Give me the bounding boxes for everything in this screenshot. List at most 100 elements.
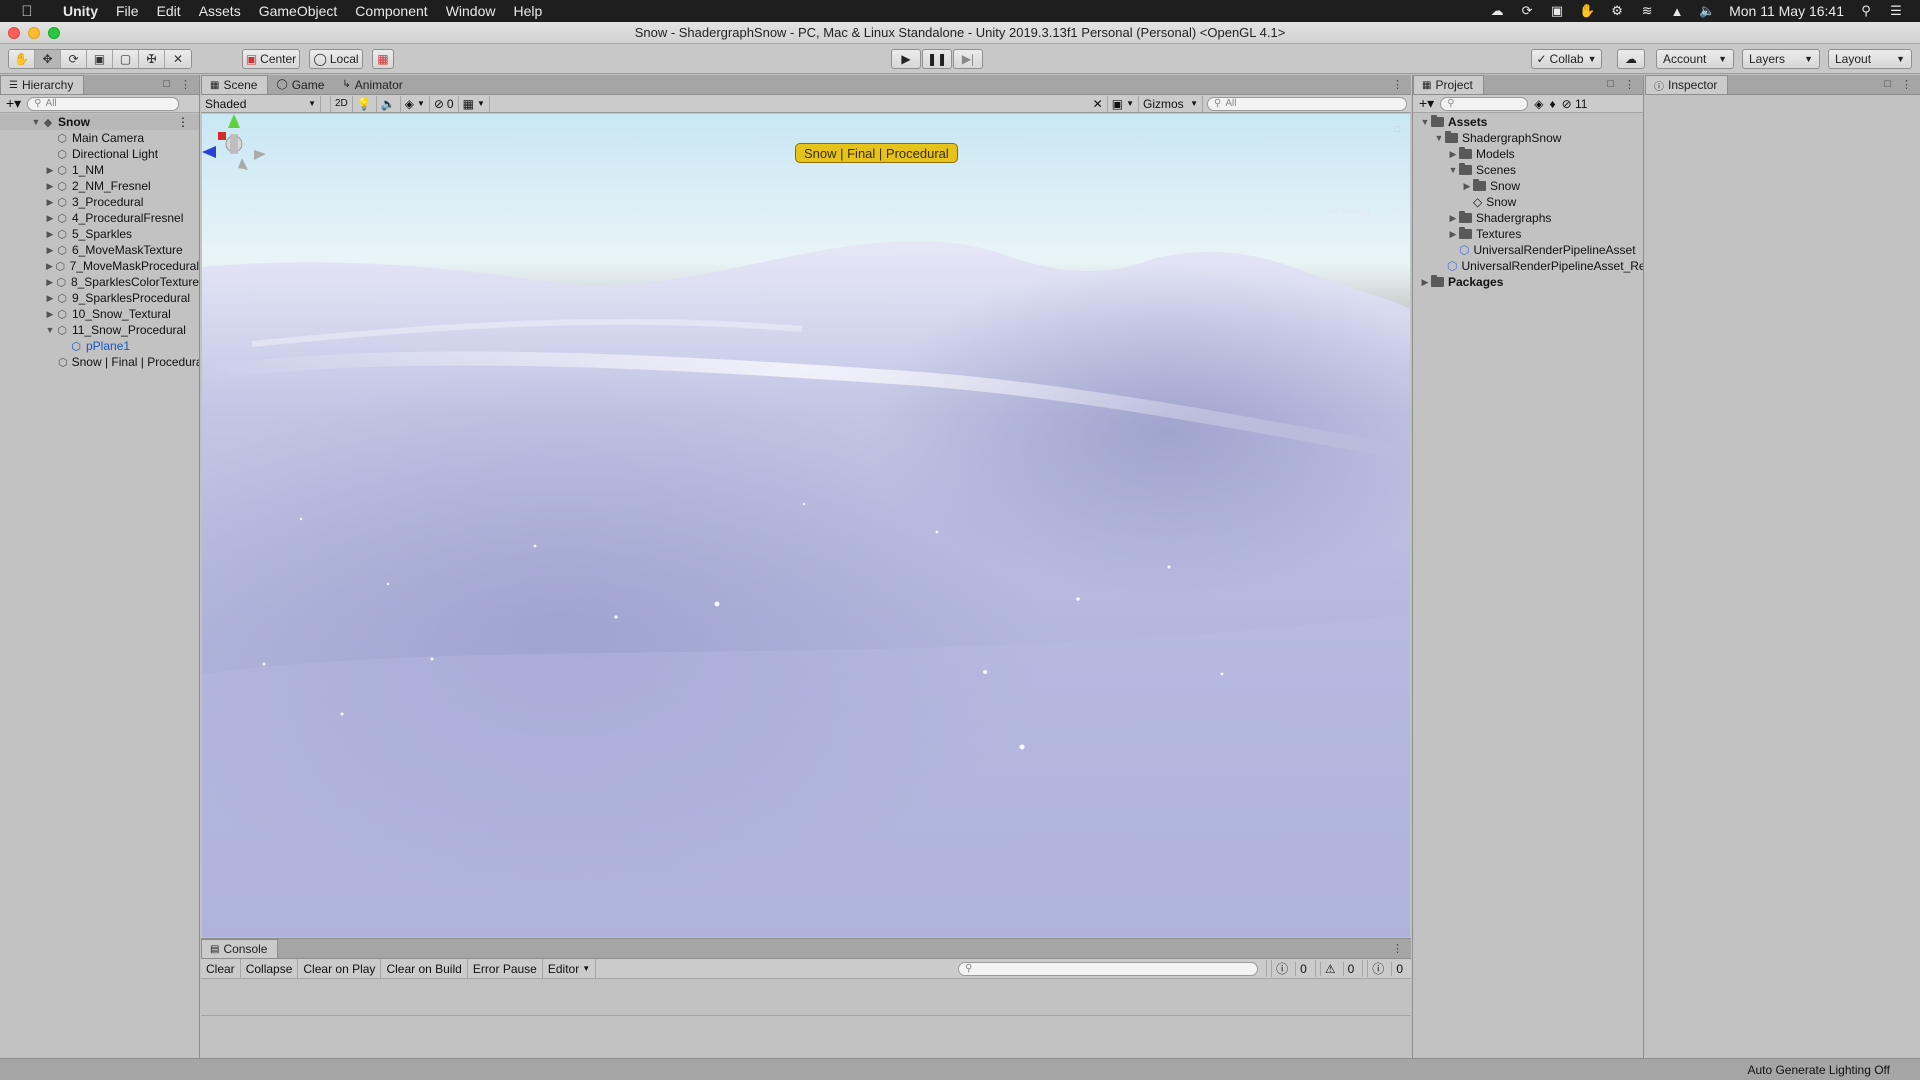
project-item[interactable]: ▼ Scenes: [1413, 162, 1643, 178]
menu-component[interactable]: Component: [346, 3, 436, 19]
menu-help[interactable]: Help: [504, 3, 551, 19]
tab-game[interactable]: ◯ Game: [268, 75, 334, 94]
rect-tool-icon[interactable]: ▢: [113, 50, 139, 68]
project-item[interactable]: ▶ Models: [1413, 146, 1643, 162]
visual-studio-icon[interactable]: ⟳: [1519, 3, 1535, 18]
project-item[interactable]: ⬡ UniversalRenderPipelineAsset: [1413, 242, 1643, 258]
warning-count-toggle[interactable]: ⚠ 0: [1314, 960, 1362, 977]
pause-button[interactable]: ❚❚: [922, 49, 952, 69]
camera-dropdown[interactable]: ▣ ▼: [1108, 95, 1139, 112]
error-pause-toggle[interactable]: Error Pause: [468, 958, 543, 979]
chevron-down-icon[interactable]: ▼: [1433, 133, 1445, 143]
apple-menu-icon[interactable]: : [0, 3, 54, 20]
step-button[interactable]: ▶|: [953, 49, 983, 69]
panel-menu-icon[interactable]: ⋮: [1901, 78, 1912, 91]
tab-project[interactable]: ▦ Project: [1413, 75, 1484, 94]
chevron-right-icon[interactable]: ▶: [44, 229, 56, 240]
grid-snap-icon[interactable]: ▦: [372, 49, 394, 69]
audio-toggle-icon[interactable]: 🔈: [377, 95, 401, 112]
project-item[interactable]: ▶ Textures: [1413, 226, 1643, 242]
chevron-right-icon[interactable]: ▶: [1461, 181, 1473, 192]
hierarchy-item[interactable]: ▶ ⬡ 6_MoveMaskTexture: [0, 242, 199, 258]
chevron-down-icon[interactable]: ▼: [1447, 165, 1459, 175]
hand-icon[interactable]: ✋: [1579, 3, 1595, 18]
cloud-services-icon[interactable]: ☁: [1617, 49, 1645, 69]
spotlight-search-icon[interactable]: ⚲: [1858, 3, 1874, 18]
search-by-label-icon[interactable]: ♦: [1549, 97, 1555, 111]
hierarchy-item[interactable]: ⬡ pPlane1: [0, 338, 199, 354]
projection-toggle[interactable]: < Persp: [1332, 206, 1370, 218]
hidden-objects-toggle[interactable]: ⊘ 0: [430, 95, 459, 112]
project-item[interactable]: ◇ Snow: [1413, 194, 1643, 210]
clock[interactable]: Mon 11 May 16:41: [1729, 3, 1844, 19]
console-search-input[interactable]: ⚲: [958, 961, 1259, 976]
chevron-down-icon[interactable]: ▼: [1419, 117, 1431, 127]
chevron-right-icon[interactable]: ▶: [44, 197, 56, 208]
panel-menu-icon[interactable]: ⋮: [1392, 78, 1403, 91]
panel-menu-icon[interactable]: ⋮: [1624, 78, 1635, 91]
create-add-button[interactable]: +▾: [1419, 95, 1434, 112]
hierarchy-item[interactable]: ▶ ⬡ 10_Snow_Textural: [0, 306, 199, 322]
cloud-upload-icon[interactable]: ☁: [1489, 3, 1505, 18]
chevron-right-icon[interactable]: ▶: [44, 261, 55, 272]
chevron-right-icon[interactable]: ▶: [44, 165, 56, 176]
search-by-type-icon[interactable]: ◈: [1534, 97, 1543, 111]
tab-inspector[interactable]: ⓘ Inspector: [1645, 75, 1729, 94]
project-item[interactable]: ▶ Shadergraphs: [1413, 210, 1643, 226]
play-button[interactable]: ▶: [891, 49, 921, 69]
menu-edit[interactable]: Edit: [148, 3, 190, 19]
tab-hierarchy[interactable]: ☰ Hierarchy: [0, 75, 85, 94]
hand-tool-icon[interactable]: ✋: [9, 50, 35, 68]
clear-button[interactable]: Clear: [201, 958, 241, 979]
hierarchy-item[interactable]: ▶ ⬡ 8_SparklesColorTexture: [0, 274, 199, 290]
tab-scene[interactable]: ▦ Scene: [201, 75, 269, 94]
move-tool-icon[interactable]: ✥: [35, 50, 61, 68]
chevron-right-icon[interactable]: ▶: [1447, 149, 1459, 160]
editor-dropdown[interactable]: Editor ▼: [543, 958, 597, 979]
hierarchy-item[interactable]: ▶ ⬡ 2_NM_Fresnel: [0, 178, 199, 194]
airplay-icon[interactable]: ▲: [1669, 4, 1685, 19]
account-dropdown[interactable]: Account ▼: [1656, 49, 1734, 69]
hierarchy-item[interactable]: ⬡ Snow | Final | Procedural: [0, 354, 199, 370]
hierarchy-item[interactable]: ▼ ⬡ 11_Snow_Procedural: [0, 322, 199, 338]
lighting-status[interactable]: Auto Generate Lighting Off: [1747, 1063, 1890, 1077]
chevron-right-icon[interactable]: ▶: [44, 309, 56, 320]
scene-search-input[interactable]: ⚲ All: [1207, 96, 1407, 111]
chevron-right-icon[interactable]: ▶: [44, 181, 56, 192]
lock-icon[interactable]: □: [163, 78, 170, 91]
chevron-down-icon[interactable]: ▼: [30, 117, 42, 127]
menu-window[interactable]: Window: [437, 3, 505, 19]
project-search-input[interactable]: ⚲: [1440, 96, 1529, 111]
rotate-tool-icon[interactable]: ⟳: [61, 50, 87, 68]
lock-icon[interactable]: □: [1607, 78, 1614, 91]
project-item[interactable]: ⬡UniversalRenderPipelineAsset_Renderer: [1413, 258, 1643, 274]
hierarchy-item[interactable]: ▶ ⬡ 5_Sparkles: [0, 226, 199, 242]
menu-unity[interactable]: Unity: [54, 3, 107, 19]
layout-dropdown[interactable]: Layout ▼: [1828, 49, 1912, 69]
scene-object-label[interactable]: Snow | Final | Procedural: [795, 143, 958, 163]
2d-toggle[interactable]: 2D: [331, 95, 353, 112]
scene-menu-icon[interactable]: ⋮: [177, 115, 199, 129]
orientation-gizmo-icon[interactable]: [202, 114, 266, 178]
hierarchy-item[interactable]: ▶ ⬡ 1_NM: [0, 162, 199, 178]
menu-file[interactable]: File: [107, 3, 148, 19]
chevron-right-icon[interactable]: ▶: [44, 245, 56, 256]
panel-menu-icon[interactable]: ⋮: [1392, 942, 1403, 955]
hierarchy-item[interactable]: ▶ ⬡ 9_SparklesProcedural: [0, 290, 199, 306]
tools-icon[interactable]: ✕: [1089, 95, 1108, 112]
screen-share-icon[interactable]: ▣: [1549, 3, 1565, 18]
hierarchy-item[interactable]: ▶ ⬡ 3_Procedural: [0, 194, 199, 210]
draw-mode-dropdown[interactable]: Shaded ▼: [201, 95, 321, 112]
hierarchy-search-input[interactable]: ⚲ All: [27, 96, 180, 111]
volume-icon[interactable]: 🔈: [1699, 3, 1715, 18]
grid-toggle[interactable]: ▦ ▼: [459, 95, 490, 112]
project-item[interactable]: ▼ ShadergraphSnow: [1413, 130, 1643, 146]
create-add-button[interactable]: +▾: [6, 95, 21, 112]
chevron-right-icon[interactable]: ▶: [44, 293, 56, 304]
gizmos-dropdown[interactable]: Gizmos ▼: [1139, 95, 1203, 112]
clear-on-build-toggle[interactable]: Clear on Build: [381, 958, 468, 979]
error-count-toggle[interactable]: ⓘ 0: [1362, 960, 1411, 977]
hierarchy-item[interactable]: ▶ ⬡ 4_ProceduralFresnel: [0, 210, 199, 226]
console-log-area[interactable]: [201, 980, 1411, 1016]
hidden-packages-toggle[interactable]: ⊘ 11: [1562, 97, 1588, 111]
